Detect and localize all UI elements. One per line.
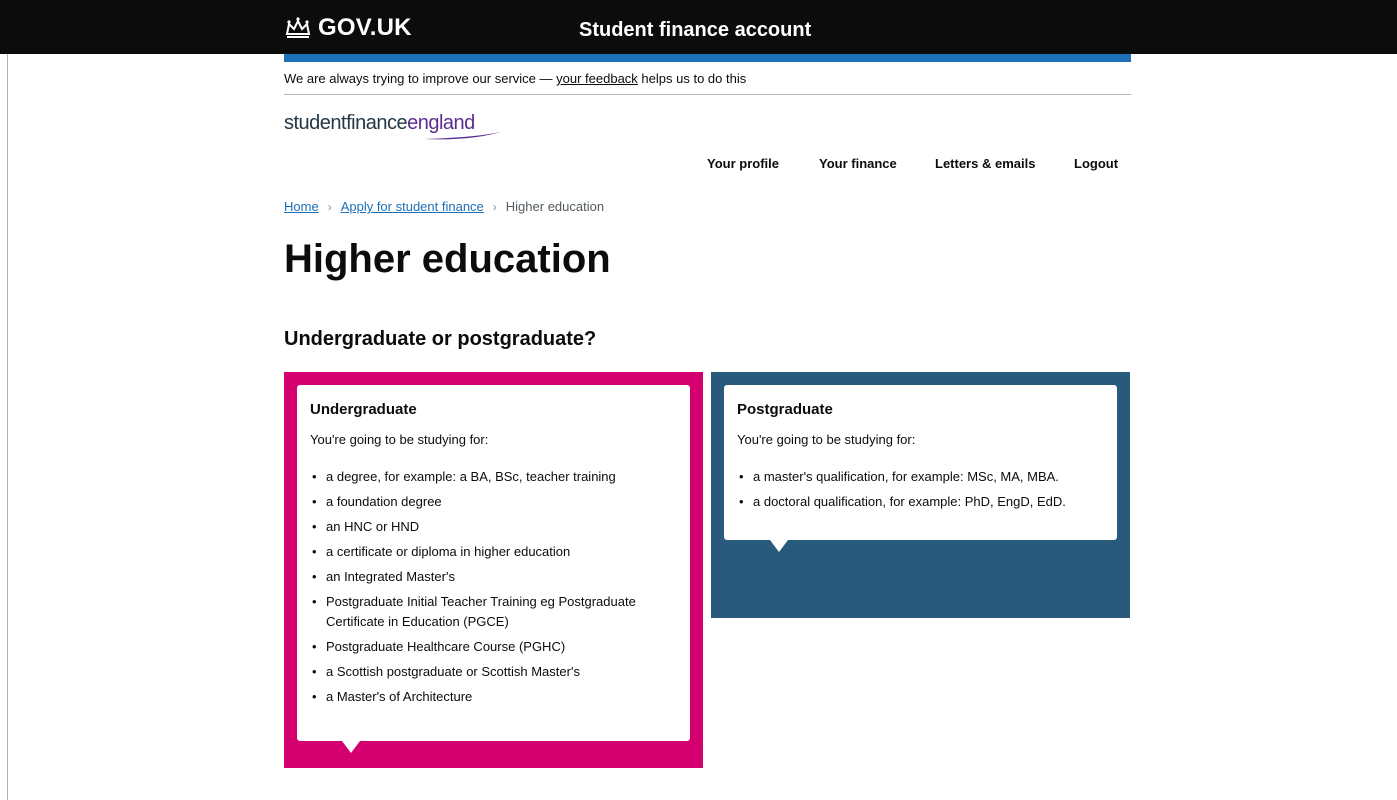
logo-swoosh-icon bbox=[424, 131, 503, 140]
govuk-header: GOV.UK Student finance account bbox=[0, 0, 1397, 54]
list-item: a certificate or diploma in higher educa… bbox=[310, 542, 680, 562]
list-item: an Integrated Master's bbox=[310, 567, 680, 587]
undergraduate-card[interactable]: Undergraduate You're going to be studyin… bbox=[297, 385, 690, 753]
postgraduate-list: a master's qualification, for example: M… bbox=[737, 467, 1107, 517]
list-item: Postgraduate Initial Teacher Training eg… bbox=[310, 592, 680, 632]
nav-logout[interactable]: Logout bbox=[1074, 156, 1118, 171]
feedback-divider bbox=[284, 94, 1131, 95]
undergraduate-title: Undergraduate bbox=[310, 401, 417, 418]
govuk-logo-link[interactable]: GOV.UK bbox=[284, 14, 412, 42]
feedback-banner: We are always trying to improve our serv… bbox=[284, 71, 746, 86]
breadcrumb-current: Higher education bbox=[505, 199, 605, 214]
chevron-right-icon: › bbox=[327, 199, 332, 214]
postgraduate-intro: You're going to be studying for: bbox=[737, 432, 916, 447]
list-item: a foundation degree bbox=[310, 492, 680, 512]
page-border bbox=[7, 0, 8, 800]
page-title: Higher education bbox=[284, 237, 611, 281]
list-item: a degree, for example: a BA, BSc, teache… bbox=[310, 467, 680, 487]
nav-letters-emails[interactable]: Letters & emails bbox=[935, 156, 1035, 171]
list-item: a Master's of Architecture bbox=[310, 687, 680, 707]
breadcrumb-apply[interactable]: Apply for student finance bbox=[341, 199, 484, 214]
breadcrumb: Home › Apply for student finance › Highe… bbox=[284, 199, 604, 214]
feedback-suffix: helps us to do this bbox=[637, 71, 747, 86]
breadcrumb-home[interactable]: Home bbox=[284, 199, 319, 214]
list-item: an HNC or HND bbox=[310, 517, 680, 537]
undergraduate-list: a degree, for example: a BA, BSc, teache… bbox=[310, 467, 680, 712]
chevron-right-icon: › bbox=[492, 199, 497, 214]
undergraduate-panel[interactable]: Undergraduate You're going to be studyin… bbox=[284, 372, 703, 768]
postgraduate-card[interactable]: Postgraduate You're going to be studying… bbox=[724, 385, 1117, 552]
header-accent-bar bbox=[284, 54, 1131, 62]
nav-your-profile[interactable]: Your profile bbox=[707, 156, 779, 171]
postgraduate-panel[interactable]: Postgraduate You're going to be studying… bbox=[711, 372, 1130, 618]
section-title: Undergraduate or postgraduate? bbox=[284, 328, 597, 350]
feedback-prefix: We are always trying to improve our serv… bbox=[284, 71, 557, 86]
list-item: a master's qualification, for example: M… bbox=[737, 467, 1107, 487]
list-item: a doctoral qualification, for example: P… bbox=[737, 492, 1107, 512]
list-item: a Scottish postgraduate or Scottish Mast… bbox=[310, 662, 680, 682]
postgraduate-title: Postgraduate bbox=[737, 401, 833, 418]
undergraduate-intro: You're going to be studying for: bbox=[310, 432, 489, 447]
list-item: Postgraduate Healthcare Course (PGHC) bbox=[310, 637, 680, 657]
feedback-link[interactable]: your feedback bbox=[556, 71, 638, 86]
govuk-logotype: GOV.UK bbox=[318, 14, 412, 41]
nav-your-finance[interactable]: Your finance bbox=[819, 156, 897, 171]
crown-icon bbox=[285, 17, 311, 38]
service-name[interactable]: Student finance account bbox=[579, 19, 811, 42]
